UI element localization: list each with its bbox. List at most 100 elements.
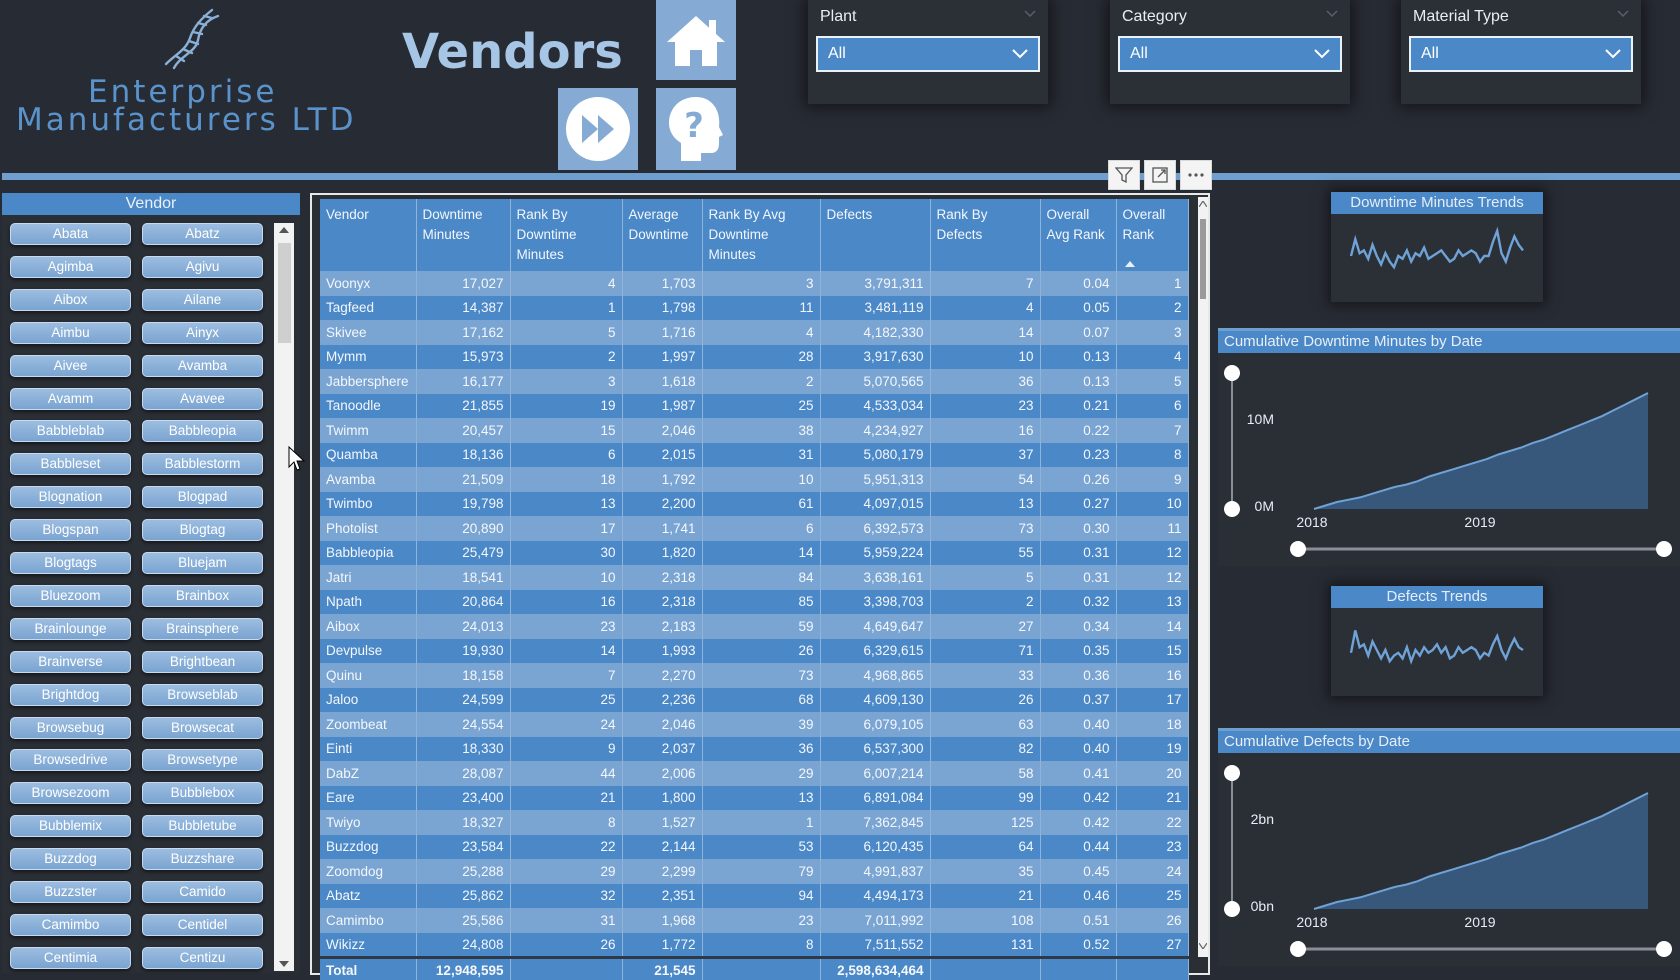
chevron-down-icon[interactable] <box>1617 10 1629 18</box>
table-row[interactable]: Zoomdog 25,288 29 2,299 79 4,991,837 35 0.45 24 <box>320 859 1189 884</box>
more-options-button[interactable] <box>1180 160 1212 190</box>
table-row[interactable]: Camimbo 25,586 31 1,968 23 7,011,992 108 0.51 26 <box>320 908 1189 933</box>
table-row[interactable]: Babbleopia 25,479 30 1,820 14 5,959,224 55 0.31… <box>320 540 1189 565</box>
plant-dropdown[interactable]: All <box>816 36 1040 72</box>
cum-defects-y-range-handle-bottom[interactable] <box>1224 901 1240 917</box>
vendor-button[interactable]: Buzzster <box>10 881 131 903</box>
column-header[interactable]: Rank By Avg Downtime Minutes <box>702 199 821 271</box>
focus-mode-button[interactable] <box>1144 160 1176 190</box>
vendor-button[interactable]: Blogspan <box>10 519 131 542</box>
cum-defects-x-range-handle-left[interactable] <box>1290 941 1306 957</box>
vendor-button[interactable]: Aibox <box>10 288 131 311</box>
vendor-button[interactable]: Camimbo <box>10 913 131 936</box>
chevron-down-icon[interactable] <box>1326 10 1338 18</box>
table-row[interactable]: Tagfeed 14,387 1 1,798 11 3,481,119 4 0.05 2 <box>320 295 1189 320</box>
vendor-button[interactable]: Brightdog <box>10 683 131 706</box>
table-row[interactable]: Eare 23,400 21 1,800 13 6,891,084 99 0.42 21 <box>320 785 1189 810</box>
vendor-button[interactable]: Aimbu <box>10 321 131 344</box>
vendor-button[interactable]: Camido <box>142 881 263 903</box>
material-type-dropdown[interactable]: All <box>1409 36 1633 72</box>
table-row[interactable]: Einti 18,330 9 2,037 36 6,537,300 82 0.40 19 <box>320 736 1189 761</box>
vendor-button[interactable]: Browsebug <box>10 716 131 739</box>
column-header[interactable]: Defects <box>820 199 931 271</box>
vendor-button[interactable]: Bubblebox <box>142 782 263 805</box>
vendor-button[interactable]: Avamm <box>10 387 131 410</box>
vendor-button[interactable]: Avavee <box>142 387 263 410</box>
vendor-button[interactable]: Brightbean <box>142 650 263 673</box>
table-row[interactable]: Abatz 25,862 32 2,351 94 4,494,173 21 0.46 25 <box>320 883 1189 908</box>
vendor-button[interactable]: Babbleopia <box>142 420 263 443</box>
category-dropdown[interactable]: All <box>1118 36 1342 72</box>
vendor-button[interactable]: Buzzdog <box>10 848 131 871</box>
vendor-button[interactable]: Brainsphere <box>142 617 263 640</box>
table-row[interactable]: Avamba 21,509 18 1,792 10 5,951,313 54 0.26 9 <box>320 467 1189 492</box>
table-row[interactable]: Buzzdog 23,584 22 2,144 53 6,120,435 64 0.44 23 <box>320 834 1189 859</box>
vendor-scrollbar-thumb[interactable] <box>278 243 291 343</box>
vendor-button[interactable]: Browsezoom <box>10 782 131 805</box>
table-row[interactable]: Twimbo 19,798 13 2,200 61 4,097,015 13 0.27 10 <box>320 491 1189 516</box>
vendor-button[interactable]: Blognation <box>10 486 131 509</box>
column-header[interactable]: Overall Avg Rank <box>1040 199 1117 271</box>
column-header[interactable]: Rank By Defects <box>930 199 1041 271</box>
table-row[interactable]: Jatri 18,541 10 2,318 84 3,638,161 5 0.31 12 <box>320 565 1189 590</box>
vendor-scrollbar[interactable] <box>274 223 294 971</box>
vendor-button[interactable]: Buzzshare <box>142 848 263 871</box>
table-row[interactable]: Twiyo 18,327 8 1,527 1 7,362,845 125 0.42 22 <box>320 810 1189 835</box>
vendor-button[interactable]: Bluejam <box>142 552 263 574</box>
table-row[interactable]: Quinu 18,158 7 2,270 73 4,968,865 33 0.36 16 <box>320 663 1189 688</box>
column-header[interactable]: Average Downtime <box>622 199 703 271</box>
vendor-button[interactable]: Babbleset <box>10 453 131 476</box>
cum-downtime-y-range-handle-top[interactable] <box>1224 365 1240 381</box>
table-row[interactable]: Voonyx 17,027 4 1,703 3 3,791,311 7 0.04 1 <box>320 271 1189 296</box>
table-row[interactable]: Jaloo 24,599 25 2,236 68 4,609,130 26 0.37 17 <box>320 687 1189 712</box>
vendor-button[interactable]: Bluezoom <box>10 584 131 607</box>
vendor-button[interactable]: Blogpad <box>142 486 263 509</box>
cum-defects-x-range-handle-right[interactable] <box>1656 941 1672 957</box>
cum-downtime-y-range-handle-bottom[interactable] <box>1224 501 1240 517</box>
vendor-button[interactable]: Ailane <box>142 288 263 311</box>
cum-downtime-x-range-handle-left[interactable] <box>1290 541 1306 557</box>
vendor-button[interactable]: Aivee <box>10 354 131 377</box>
vendor-button[interactable]: Brainlounge <box>10 617 131 640</box>
vendor-button[interactable]: Blogtag <box>142 519 263 542</box>
vendor-button[interactable]: Bubbletube <box>142 815 263 838</box>
vendor-button[interactable]: Ainyx <box>142 321 263 344</box>
scroll-down-icon[interactable] <box>279 961 289 967</box>
vendor-button[interactable]: Babblestorm <box>142 453 263 476</box>
vendor-button[interactable]: Centidel <box>142 913 263 936</box>
scroll-up-icon[interactable] <box>1199 201 1207 207</box>
vendor-button[interactable]: Babbleblab <box>10 420 131 443</box>
table-row[interactable]: Jabbersphere 16,177 3 1,618 2 5,070,565 36 0.13… <box>320 369 1189 394</box>
table-row[interactable]: DabZ 28,087 44 2,006 29 6,007,214 58 0.41 20 <box>320 761 1189 786</box>
table-row[interactable]: Aibox 24,013 23 2,183 59 4,649,647 27 0.34 14 <box>320 614 1189 639</box>
table-row[interactable]: Skivee 17,162 5 1,716 4 4,182,330 14 0.07 3 <box>320 320 1189 345</box>
column-header[interactable]: Vendor <box>320 199 417 271</box>
vendor-button[interactable]: Centizu <box>142 946 263 969</box>
vendor-button[interactable]: Agivu <box>142 255 263 278</box>
help-button[interactable]: ? <box>656 88 736 170</box>
table-row[interactable]: Tanoodle 21,855 19 1,987 25 4,533,034 23 0.21 6 <box>320 393 1189 418</box>
vendor-button[interactable]: Avamba <box>142 354 263 377</box>
table-row[interactable]: Quamba 18,136 6 2,015 31 5,080,179 37 0.23 8 <box>320 442 1189 467</box>
vendor-button[interactable]: Agimba <box>10 255 131 278</box>
scroll-down-icon[interactable] <box>1199 943 1207 949</box>
vendor-button[interactable]: Browsedrive <box>10 749 131 772</box>
column-header[interactable]: Rank By Downtime Minutes <box>510 199 623 271</box>
forward-button[interactable] <box>558 88 638 170</box>
home-button[interactable] <box>656 0 736 80</box>
table-row[interactable]: Devpulse 19,930 14 1,993 26 6,329,615 71 0.35 15 <box>320 638 1189 663</box>
vendor-button[interactable]: Browsecat <box>142 716 263 739</box>
vendor-button[interactable]: Browsetype <box>142 749 263 772</box>
table-row[interactable]: Photolist 20,890 17 1,741 6 6,392,573 73 0.30 11 <box>320 516 1189 541</box>
table-row[interactable]: Twimm 20,457 15 2,046 38 4,234,927 16 0.22 7 <box>320 418 1189 443</box>
vendor-button[interactable]: Browseblab <box>142 683 263 706</box>
table-row[interactable]: Zoombeat 24,554 24 2,046 39 6,079,105 63 0.40 18 <box>320 712 1189 737</box>
cum-defects-y-range-handle-top[interactable] <box>1224 765 1240 781</box>
table-row[interactable]: Mymm 15,973 2 1,997 28 3,917,630 10 0.13 4 <box>320 344 1189 369</box>
table-row[interactable]: Npath 20,864 16 2,318 85 3,398,703 2 0.32 13 <box>320 589 1189 614</box>
column-header[interactable]: Downtime Minutes <box>416 199 511 271</box>
vendor-button[interactable]: Centimia <box>10 946 131 969</box>
column-header[interactable]: Overall Rank <box>1116 199 1189 271</box>
table-scrollbar[interactable] <box>1198 197 1208 957</box>
vendor-button[interactable]: Brainbox <box>142 584 263 607</box>
